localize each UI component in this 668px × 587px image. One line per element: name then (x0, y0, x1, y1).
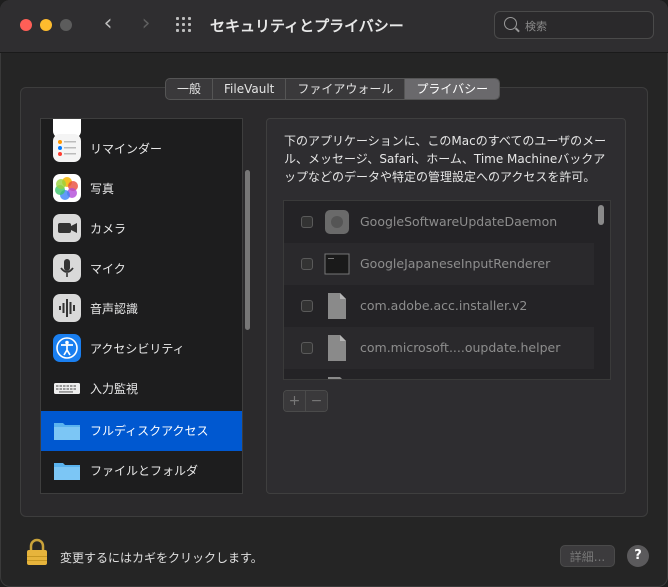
app-checkbox[interactable] (301, 342, 313, 354)
reminders-icon (53, 134, 81, 162)
camera-icon (53, 214, 81, 242)
sidebar-item-label: カメラ (90, 222, 127, 236)
show-all-grid-icon[interactable] (176, 17, 194, 35)
sidebar-item-label: リマインダー (90, 142, 163, 156)
sidebar-item-label: ファイルとフォルダ (90, 464, 199, 478)
sidebar-item-label: 写真 (90, 182, 115, 196)
tab-bar: 一般 FileVault ファイアウォール プライバシー (165, 78, 501, 100)
sidebar-item-input-monitoring[interactable]: 入力監視 (41, 369, 242, 409)
tab-privacy[interactable]: プライバシー (405, 79, 500, 99)
add-remove-control: + − (283, 390, 328, 412)
sidebar-scrollbar[interactable] (245, 170, 250, 330)
close-window-button[interactable] (20, 19, 32, 31)
help-button[interactable]: ? (627, 545, 649, 567)
sidebar-item-microphone[interactable]: マイク (41, 249, 242, 289)
zoom-window-button[interactable] (60, 19, 72, 31)
lock-icon[interactable] (26, 538, 48, 566)
document-icon (324, 292, 350, 320)
accessibility-icon (53, 334, 81, 362)
document-icon (324, 376, 350, 379)
list-item[interactable]: com.microsoft....oupdate.helper (284, 327, 594, 369)
window-title: セキュリティとプライバシー (210, 17, 404, 35)
search-field[interactable] (494, 11, 654, 39)
sidebar-item-photos[interactable]: 写真 (41, 169, 242, 209)
app-list-scrollbar[interactable] (598, 205, 604, 225)
app-generic-icon (324, 208, 350, 236)
sidebar-item-label: フルディスクアクセス (90, 424, 209, 438)
document-icon (324, 334, 350, 362)
sidebar-item-label: 音声認識 (90, 302, 139, 316)
app-name: com.adobe.acc.installer.v2 (360, 298, 528, 313)
search-icon (504, 17, 517, 30)
list-item[interactable] (284, 369, 594, 379)
forward-chevron-icon[interactable]: › (136, 13, 156, 36)
add-app-button[interactable]: + (284, 391, 306, 411)
title-bar: ‹ › セキュリティとプライバシー (0, 0, 668, 53)
list-item[interactable]: com.adobe.acc.installer.v2 (284, 285, 594, 327)
lock-instruction: 変更するにはカギをクリックします。 (60, 551, 263, 565)
app-name: GoogleSoftwareUpdateDaemon (360, 214, 558, 229)
search-input[interactable] (523, 15, 651, 37)
app-checkbox[interactable] (301, 216, 313, 228)
sidebar-item-speech-recognition[interactable]: 音声認識 (41, 289, 242, 329)
folder-icon (53, 456, 81, 484)
speech-recognition-icon (53, 294, 81, 322)
access-description: 下のアプリケーションに、このMacのすべてのユーザのメール、メッセージ、Safa… (284, 134, 607, 184)
keyboard-icon (53, 374, 81, 402)
back-chevron-icon[interactable]: ‹ (98, 13, 118, 36)
sidebar-item-label: アクセシビリティ (90, 342, 185, 356)
details-button[interactable]: 詳細... (560, 545, 615, 567)
app-list[interactable]: GoogleSoftwareUpdateDaemon GoogleJapanes… (283, 200, 611, 380)
app-checkbox[interactable] (301, 258, 313, 270)
tab-filevault[interactable]: FileVault (213, 79, 287, 99)
tab-general[interactable]: 一般 (166, 79, 214, 99)
list-item[interactable]: GoogleSoftwareUpdateDaemon (284, 201, 594, 243)
app-name: GoogleJapaneseInputRenderer (360, 256, 551, 271)
app-checkbox[interactable] (301, 300, 313, 312)
sidebar-item-full-disk-access[interactable]: フルディスクアクセス (41, 411, 242, 451)
terminal-exec-icon (324, 250, 350, 278)
sidebar-item-camera[interactable]: カメラ (41, 209, 242, 249)
privacy-category-list[interactable]: リマインダー 写真 カメラ マイク 音声認識 アクセシビリティ 入力監視 フルデ… (40, 118, 243, 494)
sidebar-item-files-and-folders[interactable]: ファイルとフォルダ (41, 451, 242, 491)
folder-icon (53, 416, 81, 444)
sidebar-item-reminders[interactable]: リマインダー (41, 129, 242, 169)
sidebar-item-accessibility[interactable]: アクセシビリティ (41, 329, 242, 369)
list-item[interactable]: GoogleJapaneseInputRenderer (284, 243, 594, 285)
sidebar-item-label: マイク (90, 262, 126, 276)
photos-icon (53, 174, 81, 202)
tab-firewall[interactable]: ファイアウォール (286, 79, 406, 99)
microphone-icon (53, 254, 81, 282)
sidebar-item-label: 入力監視 (90, 382, 139, 396)
minimize-window-button[interactable] (40, 19, 52, 31)
preferences-window: ‹ › セキュリティとプライバシー 一般 FileVault ファイアウォール … (0, 0, 668, 587)
app-name: com.microsoft....oupdate.helper (360, 340, 561, 355)
remove-app-button[interactable]: − (306, 391, 327, 411)
